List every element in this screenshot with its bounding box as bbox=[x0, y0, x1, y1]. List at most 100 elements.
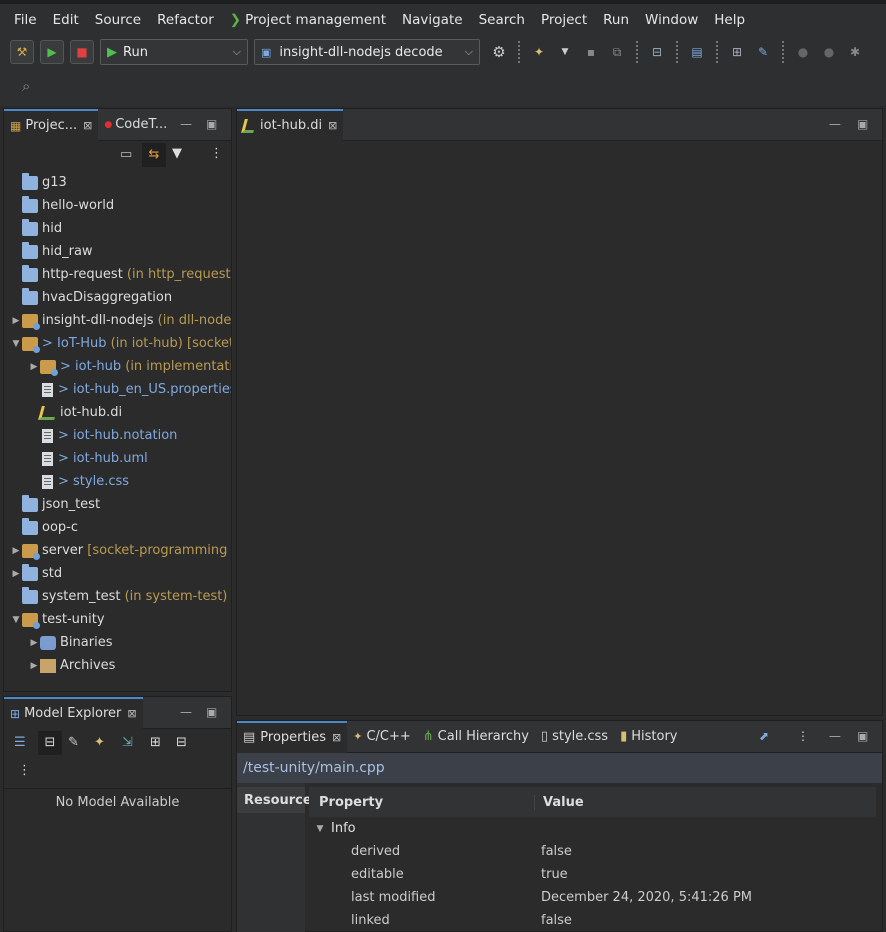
menu-run[interactable]: Run bbox=[595, 12, 637, 28]
tree-item[interactable]: hid_raw bbox=[4, 240, 231, 263]
chevron-down-icon[interactable]: ▼ bbox=[309, 824, 331, 834]
tree-item[interactable]: hid bbox=[4, 217, 231, 240]
tab-style-css[interactable]: ▯ style.css bbox=[535, 721, 614, 753]
tree-item[interactable]: json_test bbox=[4, 493, 231, 516]
collapse-all-icon[interactable]: ⊟ bbox=[176, 735, 187, 750]
bug-icon[interactable]: ✱ bbox=[844, 41, 866, 63]
maximize-icon[interactable]: ▣ bbox=[206, 117, 217, 131]
pin-icon[interactable]: ⬈ bbox=[759, 729, 769, 743]
tree-item[interactable]: hvacDisaggregation bbox=[4, 286, 231, 309]
minimize-icon[interactable]: — bbox=[829, 729, 841, 743]
tree-item[interactable]: > iot-hub_en_US.properties bbox=[4, 378, 231, 401]
property-row[interactable]: last modified December 24, 2020, 5:41:26 … bbox=[309, 886, 876, 909]
close-icon[interactable]: ⊠ bbox=[127, 707, 136, 720]
tree-item[interactable]: oop-c bbox=[4, 516, 231, 539]
menu-project-management[interactable]: ❯ Project management bbox=[222, 12, 394, 28]
link-with-editor-icon[interactable]: ⇆ bbox=[142, 143, 166, 167]
tab-project-explorer[interactable]: ▦ Projec... ⊠ bbox=[4, 108, 99, 141]
side-tab-resource[interactable]: Resource bbox=[237, 787, 312, 813]
filter-icon[interactable]: ▼ bbox=[172, 146, 182, 161]
chevron-right-icon[interactable]: ▶ bbox=[28, 638, 40, 648]
group-info-row[interactable]: ▼ Info bbox=[309, 817, 876, 840]
breakpoint-skip-icon[interactable]: ● bbox=[818, 41, 840, 63]
menu-edit[interactable]: Edit bbox=[45, 12, 87, 28]
tab-codetab[interactable]: ● CodeT... bbox=[98, 109, 173, 141]
save-icon[interactable]: ▪ bbox=[580, 41, 602, 63]
hierarchy-icon[interactable]: ⊞ bbox=[726, 41, 748, 63]
menu-source[interactable]: Source bbox=[87, 12, 149, 28]
menu-refactor[interactable]: Refactor bbox=[149, 12, 222, 28]
launch-config-select[interactable]: ▣ insight-dll-nodejs decode ⌵ bbox=[254, 39, 480, 65]
chevron-right-icon[interactable]: ▶ bbox=[10, 546, 22, 556]
tree-item[interactable]: > style.css bbox=[4, 470, 231, 493]
dropdown-arrow-icon[interactable]: ▼ bbox=[554, 41, 576, 63]
console-icon[interactable]: ▤ bbox=[686, 41, 708, 63]
launch-button[interactable]: ▶ bbox=[40, 40, 64, 64]
expand-all-icon[interactable]: ⊞ bbox=[150, 735, 161, 750]
stop-button[interactable]: ■ bbox=[70, 40, 94, 64]
launch-mode-select[interactable]: ▶ Run ⌵ bbox=[100, 39, 248, 65]
tree-item[interactable]: iot-hub.di bbox=[4, 401, 231, 424]
build-button[interactable]: ⚒ bbox=[10, 40, 34, 64]
breakpoint-icon[interactable]: ● bbox=[792, 41, 814, 63]
chevron-right-icon[interactable]: ▶ bbox=[10, 316, 22, 326]
pencil-icon[interactable]: ✎ bbox=[752, 41, 774, 63]
chevron-right-icon[interactable]: ▶ bbox=[10, 569, 22, 579]
menu-project[interactable]: Project bbox=[533, 12, 595, 28]
menu-navigate[interactable]: Navigate bbox=[394, 12, 471, 28]
save-all-icon[interactable]: ⧉ bbox=[606, 41, 628, 63]
menu-search[interactable]: Search bbox=[471, 12, 533, 28]
sort-icon[interactable]: ✦ bbox=[94, 735, 105, 750]
tree-item[interactable]: g13 bbox=[4, 171, 231, 194]
minimize-icon[interactable]: — bbox=[829, 117, 841, 131]
view-menu-icon[interactable]: ⋮ bbox=[18, 763, 31, 778]
view-menu-icon[interactable]: ⋮ bbox=[797, 729, 809, 743]
menu-file[interactable]: File bbox=[6, 12, 45, 28]
list-icon[interactable]: ☰ bbox=[14, 735, 26, 750]
minimize-icon[interactable]: — bbox=[180, 117, 192, 131]
tree-item[interactable]: hello-world bbox=[4, 194, 231, 217]
close-icon[interactable]: ⊠ bbox=[332, 731, 341, 744]
tree-item[interactable]: > iot-hub.uml bbox=[4, 447, 231, 470]
binary-icon[interactable]: ⊟ bbox=[646, 41, 668, 63]
tree-item[interactable]: ▼ test-unity bbox=[4, 608, 231, 631]
tree-item[interactable]: ▶ > iot-hub (in implementation) [ bbox=[4, 355, 231, 378]
chevron-down-icon[interactable]: ▼ bbox=[10, 615, 22, 625]
maximize-icon[interactable]: ▣ bbox=[206, 705, 217, 719]
chevron-right-icon[interactable]: ▶ bbox=[28, 661, 40, 671]
maximize-icon[interactable]: ▣ bbox=[857, 729, 868, 743]
close-icon[interactable]: ⊠ bbox=[83, 119, 92, 132]
tree-item[interactable]: ▶ insight-dll-nodejs (in dll-nodejs) [e bbox=[4, 309, 231, 332]
tree-item[interactable]: http-request (in http_requests) bbox=[4, 263, 231, 286]
tab-c-cpp[interactable]: ✦ C/C++ bbox=[347, 721, 417, 753]
column-property[interactable]: Property bbox=[309, 794, 535, 810]
chevron-down-icon[interactable]: ▼ bbox=[10, 339, 22, 349]
search-icon[interactable]: ⌕ bbox=[22, 77, 30, 95]
column-value[interactable]: Value bbox=[535, 795, 584, 810]
tree-item[interactable]: ▶ Binaries bbox=[4, 631, 231, 654]
tree-item[interactable]: ▶ server [socket-programming maste bbox=[4, 539, 231, 562]
tree-item[interactable]: ▶ Archives bbox=[4, 654, 231, 677]
maximize-icon[interactable]: ▣ bbox=[857, 117, 868, 131]
tree-item[interactable]: ▼ > IoT-Hub (in iot-hub) [socket-progr bbox=[4, 332, 231, 355]
edit-icon[interactable]: ✎ bbox=[68, 735, 79, 750]
tab-properties[interactable]: ▤ Properties ⊠ bbox=[237, 720, 348, 753]
close-icon[interactable]: ⊠ bbox=[328, 119, 337, 132]
tab-call-hierarchy[interactable]: ⋔ Call Hierarchy bbox=[417, 721, 535, 753]
minimize-icon[interactable]: — bbox=[180, 705, 192, 719]
menu-help[interactable]: Help bbox=[706, 12, 753, 28]
tree-item[interactable]: ▶ std bbox=[4, 562, 231, 585]
tree-item[interactable]: system_test (in system-test) bbox=[4, 585, 231, 608]
property-row[interactable]: derived false bbox=[309, 840, 876, 863]
chevron-right-icon[interactable]: ▶ bbox=[28, 362, 40, 372]
tree-item[interactable]: > iot-hub.notation bbox=[4, 424, 231, 447]
tab-model-explorer[interactable]: ⊞ Model Explorer ⊠ bbox=[4, 696, 143, 729]
view-menu-icon[interactable]: ⋮ bbox=[210, 146, 223, 161]
menu-window[interactable]: Window bbox=[637, 12, 706, 28]
editor-canvas[interactable] bbox=[237, 141, 882, 715]
tab-editor-iot-hub-di[interactable]: iot-hub.di ⊠ bbox=[237, 108, 344, 141]
collapse-all-icon[interactable]: ▭ bbox=[120, 147, 132, 162]
link-icon[interactable]: ⇲ bbox=[122, 735, 133, 750]
property-row[interactable]: linked false bbox=[309, 909, 876, 932]
new-icon[interactable]: ✦ bbox=[528, 41, 550, 63]
